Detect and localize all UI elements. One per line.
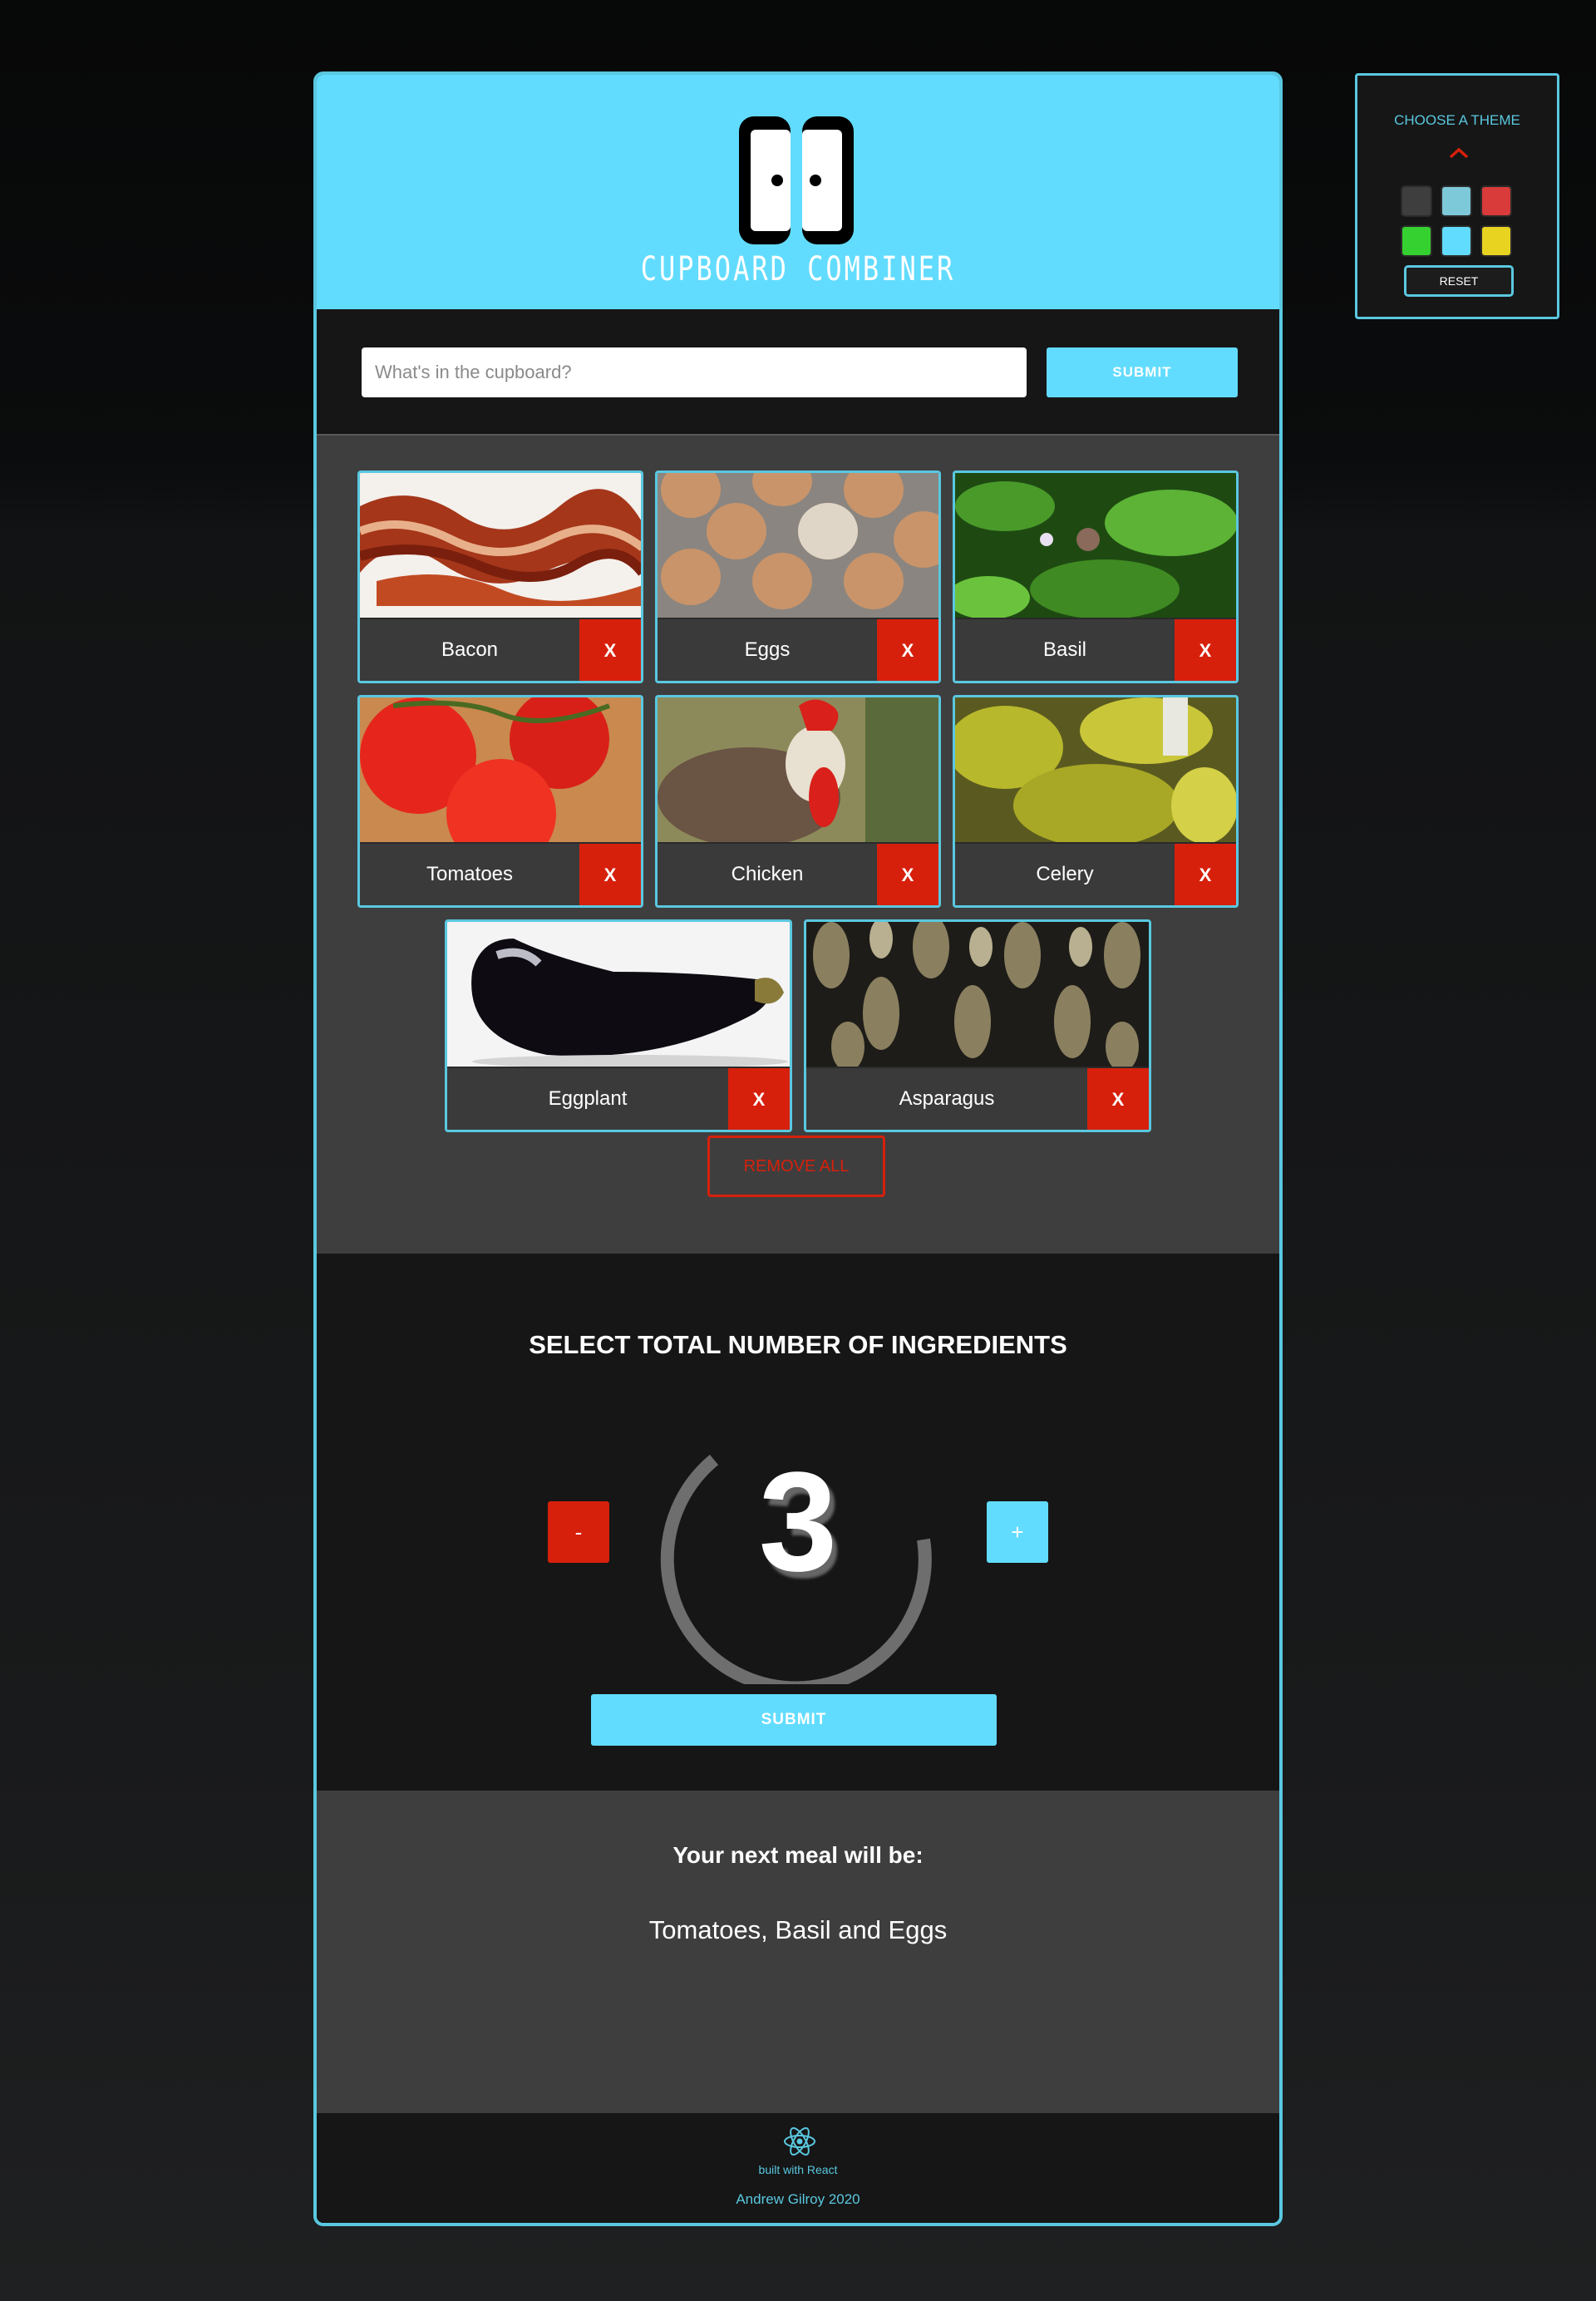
theme-swatch-yellow[interactable] [1480, 225, 1512, 257]
tomatoes-image [360, 697, 641, 844]
basil-image [955, 473, 1236, 619]
ingredient-search-input[interactable] [362, 347, 1027, 397]
ingredient-label: Bacon [441, 638, 499, 661]
ingredient-label: Celery [1036, 863, 1094, 885]
eggplant-image [447, 922, 790, 1068]
remove-eggplant-button[interactable]: X [728, 1068, 790, 1130]
ingredient-card-eggplant: Eggplant X [445, 919, 792, 1132]
ingredient-card-celery: Celery X [953, 695, 1239, 908]
header: CUPBOARD COMBINER [317, 75, 1279, 313]
remove-basil-button[interactable]: X [1175, 619, 1236, 681]
remove-all-button[interactable]: REMOVE ALL [707, 1136, 885, 1197]
generate-meal-submit-button[interactable]: SUBMIT [591, 1694, 997, 1746]
eggs-image [658, 473, 938, 619]
ingredients-panel: Bacon X Eggs X Basil X Tomatoes X Chicke… [317, 434, 1279, 1255]
ingredient-card-footer: Bacon X [360, 618, 641, 681]
search-bar: SUBMIT [317, 309, 1279, 434]
selector-title: SELECT TOTAL NUMBER OF INGREDIENTS [529, 1330, 1067, 1359]
theme-swatch-cyan[interactable] [1441, 225, 1472, 257]
ingredient-grid: Bacon X Eggs X Basil X Tomatoes X Chicke… [355, 471, 1241, 1144]
result-heading: Your next meal will be: [672, 1842, 924, 1868]
ingredient-card-footer: Tomatoes X [360, 842, 641, 905]
theme-chooser: CHOOSE A THEME RESET [1355, 73, 1559, 319]
theme-title: CHOOSE A THEME [1394, 112, 1520, 128]
ingredient-card-chicken: Chicken X [655, 695, 941, 908]
asparagus-image [806, 922, 1149, 1068]
ingredient-label: Eggplant [548, 1087, 628, 1110]
theme-swatch-light-blue[interactable] [1441, 185, 1472, 217]
ingredient-card-footer: Celery X [955, 842, 1236, 905]
ingredient-count-value: 3 [758, 1443, 838, 1601]
celery-image [955, 697, 1236, 844]
chicken-image [658, 697, 938, 844]
remove-tomatoes-button[interactable]: X [579, 844, 641, 905]
increment-button[interactable]: + [987, 1501, 1048, 1563]
ingredient-card-asparagus: Asparagus X [804, 919, 1151, 1132]
chevron-up-icon[interactable] [1449, 147, 1469, 159]
theme-reset-button[interactable]: RESET [1404, 265, 1514, 297]
cupboard-logo [739, 116, 854, 244]
built-with-text: built with React [758, 2163, 838, 2176]
ingredient-card-footer: Chicken X [658, 842, 938, 905]
theme-swatch-green[interactable] [1401, 225, 1432, 257]
remove-chicken-button[interactable]: X [877, 844, 938, 905]
theme-swatches [1401, 185, 1517, 257]
ingredient-count-selector: SELECT TOTAL NUMBER OF INGREDIENTS - 3 +… [317, 1254, 1279, 1791]
remove-eggs-button[interactable]: X [877, 619, 938, 681]
theme-swatch-dark[interactable] [1401, 185, 1432, 217]
footer: built with React Andrew Gilroy 2020 [317, 2113, 1279, 2223]
remove-celery-button[interactable]: X [1175, 844, 1236, 905]
ingredient-card-bacon: Bacon X [357, 471, 643, 683]
ingredient-card-footer: Asparagus X [806, 1067, 1149, 1130]
remove-bacon-button[interactable]: X [579, 619, 641, 681]
meal-result: Your next meal will be: Tomatoes, Basil … [317, 1791, 1279, 2113]
ingredient-card-basil: Basil X [953, 471, 1239, 683]
ingredient-label: Eggs [744, 638, 791, 661]
ingredient-card-footer: Eggs X [658, 618, 938, 681]
ingredient-card-eggs: Eggs X [655, 471, 941, 683]
remove-asparagus-button[interactable]: X [1087, 1068, 1149, 1130]
logo-text: CUPBOARD COMBINER [640, 249, 956, 288]
theme-swatch-red[interactable] [1480, 185, 1512, 217]
ingredient-label: Tomatoes [426, 863, 514, 885]
react-icon [784, 2127, 815, 2156]
author-credit: Andrew Gilroy 2020 [736, 2191, 860, 2207]
ingredient-label: Asparagus [899, 1087, 995, 1110]
add-ingredient-submit-button[interactable]: SUBMIT [1047, 347, 1238, 397]
ingredient-label: Basil [1042, 638, 1087, 661]
app-container: CUPBOARD COMBINER SUBMIT Bacon X [313, 71, 1283, 2226]
ingredient-card-footer: Eggplant X [447, 1067, 790, 1130]
ingredient-card-tomatoes: Tomatoes X [357, 695, 643, 908]
ingredient-card-footer: Basil X [955, 618, 1236, 681]
ingredient-label: Chicken [731, 863, 804, 885]
bacon-image [360, 473, 641, 619]
result-meal: Tomatoes, Basil and Eggs [648, 1915, 948, 1944]
